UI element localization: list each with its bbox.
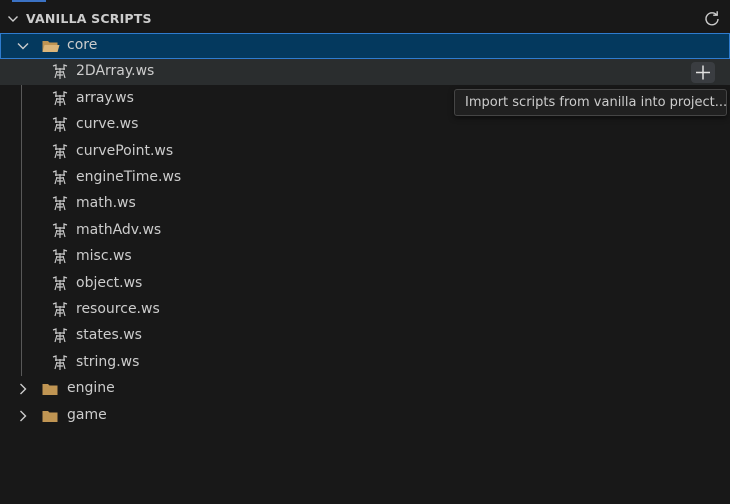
file-label: array.ws <box>76 90 134 106</box>
file-item[interactable]: string.ws <box>0 350 730 376</box>
witcher-file-icon <box>52 170 68 190</box>
file-item[interactable]: states.ws <box>0 323 730 349</box>
file-item[interactable]: math.ws <box>0 191 730 217</box>
chevron-right-icon[interactable] <box>16 382 30 396</box>
witcher-file-icon <box>52 196 68 216</box>
file-label: curvePoint.ws <box>76 143 174 159</box>
folder-icon <box>42 411 58 422</box>
file-item[interactable]: engineTime.ws <box>0 165 730 191</box>
file-item[interactable]: object.ws <box>0 271 730 297</box>
import-tooltip: Import scripts from vanilla into project… <box>454 89 727 116</box>
file-label: engineTime.ws <box>76 169 182 185</box>
witcher-file-icon <box>52 302 68 322</box>
witcher-file-icon <box>52 355 68 375</box>
folder-open-icon <box>42 41 60 52</box>
file-label: math.ws <box>76 195 136 211</box>
file-item[interactable]: curvePoint.ws <box>0 139 730 165</box>
view-top-indicator <box>12 0 46 2</box>
file-label: 2DArray.ws <box>76 63 155 79</box>
folder-engine[interactable]: engine <box>0 376 730 402</box>
witcher-file-icon <box>52 144 68 164</box>
chevron-down-icon[interactable] <box>16 39 30 53</box>
witcher-file-icon <box>52 276 68 296</box>
chevron-down-icon[interactable] <box>7 13 19 25</box>
file-label: string.ws <box>76 354 140 370</box>
file-label: mathAdv.ws <box>76 222 162 238</box>
file-item[interactable]: mathAdv.ws <box>0 218 730 244</box>
witcher-file-icon <box>52 64 68 84</box>
file-label: curve.ws <box>76 116 139 132</box>
section-header[interactable]: VANILLA SCRIPTS <box>0 6 730 32</box>
section-title: VANILLA SCRIPTS <box>26 11 152 26</box>
witcher-file-icon <box>52 223 68 243</box>
import-button[interactable] <box>691 62 715 83</box>
file-item[interactable]: resource.ws <box>0 297 730 323</box>
file-item[interactable]: 2DArray.ws <box>0 59 730 85</box>
file-label: misc.ws <box>76 248 132 264</box>
witcher-file-icon <box>52 91 68 111</box>
file-item[interactable]: misc.ws <box>0 244 730 270</box>
witcher-file-icon <box>52 249 68 269</box>
plus-icon <box>696 65 710 80</box>
folder-icon <box>42 384 58 395</box>
folder-core[interactable]: core <box>0 33 730 59</box>
folder-game[interactable]: game <box>0 403 730 429</box>
witcher-file-icon <box>52 117 68 137</box>
chevron-right-icon[interactable] <box>16 409 30 423</box>
folder-label: core <box>67 37 98 53</box>
file-label: object.ws <box>76 275 143 291</box>
folder-label: engine <box>67 380 115 396</box>
file-label: states.ws <box>76 327 142 343</box>
file-label: resource.ws <box>76 301 160 317</box>
folder-label: game <box>67 407 107 423</box>
refresh-icon[interactable] <box>703 10 721 28</box>
witcher-file-icon <box>52 328 68 348</box>
